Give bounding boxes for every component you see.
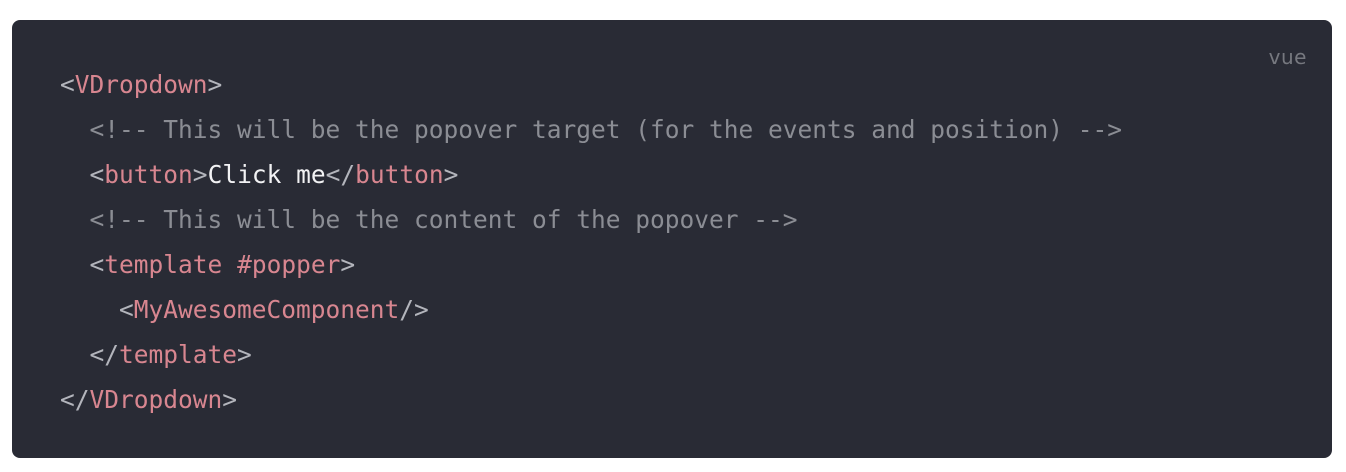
code-token: >	[340, 250, 356, 279]
code-token: #popper	[237, 250, 341, 279]
code-line: <button>Click me</button>	[60, 152, 1122, 197]
code-line: </VDropdown>	[60, 377, 1122, 422]
code-token: <	[89, 250, 105, 279]
code-token: <!-- This will be the content of the pop…	[89, 205, 798, 234]
code-token: <!-- This will be the popover target (fo…	[89, 115, 1123, 144]
code-line: <template #popper>	[60, 242, 1122, 287]
language-label: vue	[1268, 45, 1307, 69]
code-token: <	[89, 160, 105, 189]
code-line: <VDropdown>	[60, 62, 1122, 107]
code-token: >	[237, 340, 252, 369]
code-token: <	[60, 70, 75, 99]
code-line: <!-- This will be the popover target (fo…	[60, 107, 1123, 152]
code-token: Click me	[207, 160, 326, 189]
code-token: />	[399, 295, 429, 324]
code-token: </	[89, 340, 120, 369]
code-token: template	[104, 250, 223, 279]
code-line: </template>	[60, 332, 1122, 377]
code-token: VDropdown	[74, 70, 208, 99]
code-token: >	[222, 385, 238, 414]
code-token: MyAwesomeComponent	[133, 295, 400, 324]
code-content[interactable]: <VDropdown> <!-- This will be the popove…	[60, 62, 1122, 422]
code-token: >	[207, 70, 223, 99]
code-token: template	[119, 340, 238, 369]
code-token: button	[104, 160, 193, 189]
code-line: <!-- This will be the content of the pop…	[60, 197, 1122, 242]
code-token: </	[60, 385, 90, 414]
code-token: <	[119, 295, 134, 324]
code-token: VDropdown	[89, 385, 223, 414]
code-token: >	[192, 160, 208, 189]
code-token: button	[355, 160, 444, 189]
code-line: <MyAwesomeComponent/>	[60, 287, 1122, 332]
code-token: </	[325, 160, 356, 189]
code-token: >	[443, 160, 459, 189]
code-block: vue <VDropdown> <!-- This will be the po…	[12, 20, 1332, 458]
